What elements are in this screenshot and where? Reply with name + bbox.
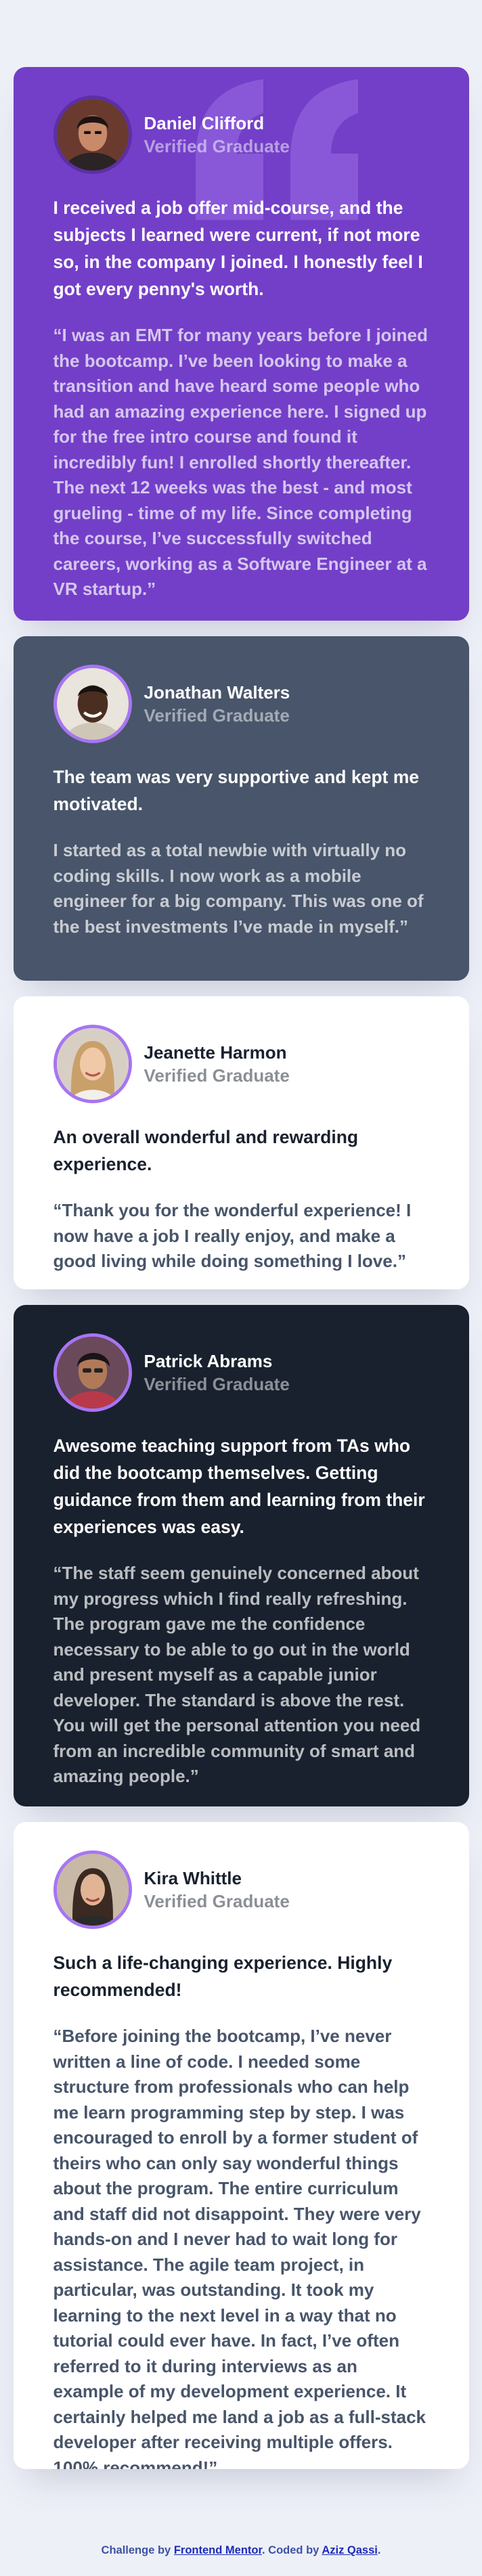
author-role: Verified Graduate [144,1891,290,1911]
author-block: Kira Whittle Verified Graduate [53,1850,429,1929]
testimonial-card-kira: Kira Whittle Verified Graduate Such a li… [13,1822,469,2469]
testimonial-quote: “Thank you for the wonderful experience!… [53,1200,412,1271]
author-block: Daniel Clifford Verified Graduate [53,95,429,174]
testimonial-card-jeanette: Jeanette Harmon Verified Graduate An ove… [13,996,469,1289]
man-portrait-icon [56,99,129,171]
author-block: Jonathan Walters Verified Graduate [53,665,429,743]
attribution-prefix: Challenge by [101,2544,171,2556]
testimonial-quote: I started as a total newbie with virtual… [53,840,424,937]
author-name: Kira Whittle [144,1868,242,1888]
attribution-suffix: . [377,2544,381,2556]
avatar [53,1333,132,1412]
author-block: Jeanette Harmon Verified Graduate [53,1025,429,1103]
man-portrait-icon [56,1337,129,1408]
author-role: Verified Graduate [144,136,290,156]
author-name: Daniel Clifford [144,113,265,133]
avatar [53,1025,132,1103]
attribution-middle: . Coded by [261,2544,320,2556]
testimonial-quote: “Before joining the bootcamp, I’ve never… [53,2026,426,2469]
woman-portrait-icon [56,1028,129,1100]
frontend-mentor-link[interactable]: Frontend Mentor [174,2544,262,2556]
author-role: Verified Graduate [144,1065,290,1086]
testimonial-card-jonathan: Jonathan Walters Verified Graduate The t… [13,636,469,981]
testimonial-card-patrick: Patrick Abrams Verified Graduate Awesome… [13,1305,469,1806]
author-role: Verified Graduate [144,705,290,726]
author-name: Jeanette Harmon [144,1042,287,1063]
avatar [53,95,132,174]
author-block: Patrick Abrams Verified Graduate [53,1333,429,1412]
avatar [53,1850,132,1929]
testimonial-headline: An overall wonderful and rewarding exper… [53,1127,359,1174]
testimonial-headline: The team was very supportive and kept me… [53,767,420,814]
author-link[interactable]: Aziz Qassi [322,2544,378,2556]
testimonial-headline: Awesome teaching support from TAs who di… [53,1436,425,1537]
testimonial-headline: Such a life-changing experience. Highly … [53,1953,393,2000]
woman-portrait-icon [56,1854,129,1926]
avatar [53,665,132,743]
author-name: Patrick Abrams [144,1351,273,1371]
testimonials-page: Daniel Clifford Verified Graduate I rece… [0,0,482,2576]
testimonial-card-daniel: Daniel Clifford Verified Graduate I rece… [13,67,469,621]
author-name: Jonathan Walters [144,682,290,703]
testimonial-quote: “I was an EMT for many years before I jo… [53,325,428,599]
attribution-footer: Challenge by Frontend Mentor. Coded by A… [0,2544,482,2557]
testimonial-quote: “The staff seem genuinely concerned abou… [53,1563,421,1786]
testimonial-headline: I received a job offer mid-course, and t… [53,198,423,299]
man-portrait-icon [56,668,129,740]
author-role: Verified Graduate [144,1374,290,1394]
